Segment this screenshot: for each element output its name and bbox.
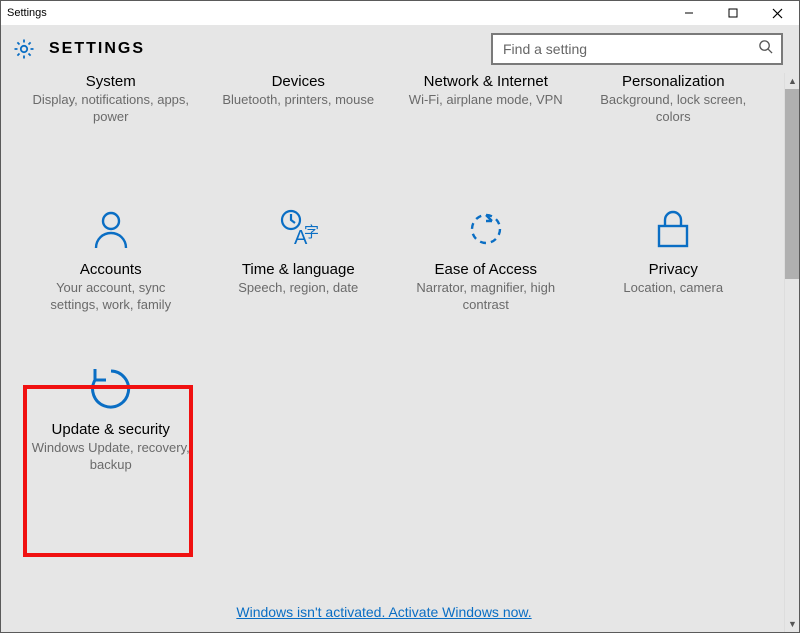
category-subtitle: Windows Update, recovery, backup: [31, 440, 191, 474]
category-privacy[interactable]: Privacy Location, camera: [580, 157, 768, 337]
content-scrollpane[interactable]: System Display, notifications, apps, pow…: [1, 73, 783, 632]
category-subtitle: Bluetooth, printers, mouse: [222, 92, 374, 109]
globe-language-icon: A 字: [274, 205, 322, 253]
scroll-up-arrow[interactable]: ▲: [785, 73, 799, 89]
category-subtitle: Background, lock screen, colors: [593, 92, 753, 126]
person-icon: [87, 205, 135, 253]
settings-window: Settings SETTINGS: [0, 0, 800, 633]
category-personalization[interactable]: Personalization Background, lock screen,…: [580, 73, 768, 157]
category-subtitle: Wi-Fi, airplane mode, VPN: [409, 92, 563, 109]
maximize-button[interactable]: [711, 1, 755, 25]
category-subtitle: Speech, region, date: [238, 280, 358, 297]
lock-icon: [649, 205, 697, 253]
gear-icon: [11, 36, 37, 62]
svg-text:字: 字: [304, 224, 319, 241]
header: SETTINGS: [1, 25, 799, 73]
category-network[interactable]: Network & Internet Wi-Fi, airplane mode,…: [392, 73, 580, 157]
category-title: Personalization: [622, 73, 725, 90]
category-title: Update & security: [52, 421, 170, 438]
category-accounts[interactable]: Accounts Your account, sync settings, wo…: [17, 157, 205, 337]
update-icon: [87, 365, 135, 413]
activation-bar: Windows isn't activated. Activate Window…: [1, 604, 767, 622]
activation-link[interactable]: Windows isn't activated. Activate Window…: [236, 604, 531, 620]
category-grid: System Display, notifications, apps, pow…: [1, 73, 783, 527]
ease-of-access-icon: [462, 205, 510, 253]
page-title: SETTINGS: [49, 40, 145, 58]
category-subtitle: Display, notifications, apps, power: [31, 92, 191, 126]
scrollbar[interactable]: ▲ ▼: [784, 73, 799, 632]
category-title: System: [86, 73, 136, 90]
window-title: Settings: [7, 7, 667, 19]
category-update-security[interactable]: Update & security Windows Update, recove…: [17, 337, 205, 527]
scroll-down-arrow[interactable]: ▼: [785, 616, 799, 632]
search-input[interactable]: [501, 40, 758, 58]
title-bar: Settings: [1, 1, 799, 25]
category-title: Network & Internet: [424, 73, 548, 90]
category-devices[interactable]: Devices Bluetooth, printers, mouse: [205, 73, 393, 157]
category-subtitle: Location, camera: [623, 280, 723, 297]
minimize-button[interactable]: [667, 1, 711, 25]
close-button[interactable]: [755, 1, 799, 25]
category-title: Devices: [272, 73, 325, 90]
category-system[interactable]: System Display, notifications, apps, pow…: [17, 73, 205, 157]
category-title: Accounts: [80, 261, 142, 278]
category-subtitle: Your account, sync settings, work, famil…: [31, 280, 191, 314]
scrollbar-thumb[interactable]: [785, 89, 799, 279]
category-title: Privacy: [649, 261, 698, 278]
category-title: Time & language: [242, 261, 355, 278]
search-box[interactable]: [491, 33, 783, 65]
category-subtitle: Narrator, magnifier, high contrast: [406, 280, 566, 314]
content-area: System Display, notifications, apps, pow…: [1, 73, 799, 632]
category-title: Ease of Access: [434, 261, 537, 278]
search-icon: [758, 39, 773, 59]
category-ease-of-access[interactable]: Ease of Access Narrator, magnifier, high…: [392, 157, 580, 337]
category-time-language[interactable]: A 字 Time & language Speech, region, date: [205, 157, 393, 337]
